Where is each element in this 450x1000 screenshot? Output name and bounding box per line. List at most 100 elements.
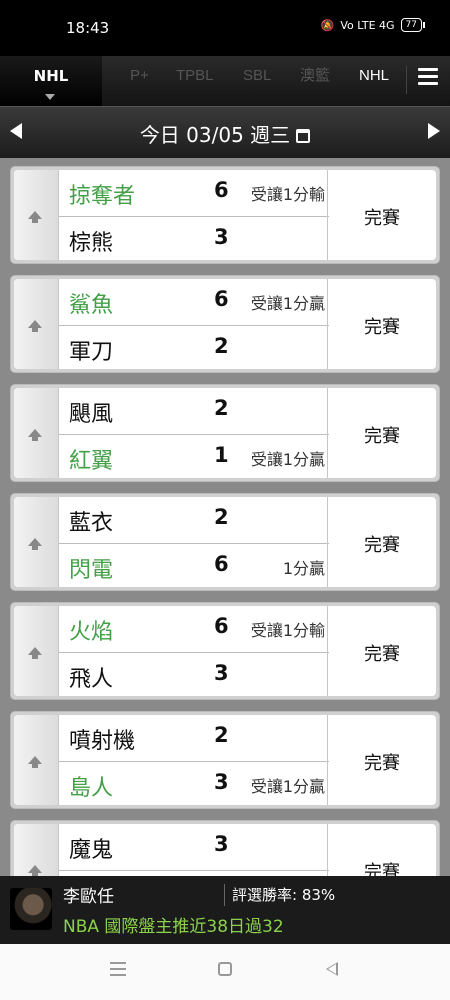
date-selector[interactable]: 今日 03/05 週三 (0, 119, 450, 148)
game-status: 完賽 (364, 753, 400, 774)
back-icon[interactable] (326, 962, 338, 976)
team-score: 6 (214, 614, 229, 638)
game-status-column: 完賽 (327, 388, 436, 478)
team-name: 掠奪者 (69, 184, 136, 209)
handicap-result: 受讓1分輸 (250, 185, 325, 204)
team-score: 3 (214, 661, 229, 685)
handicap-result: 受讓1分贏 (250, 294, 325, 313)
recent-apps-icon[interactable] (110, 962, 126, 980)
team-row: 鯊魚 6 受讓1分贏 (59, 279, 329, 326)
team-name: 紅翼 (69, 449, 114, 474)
team-name: 噴射機 (69, 729, 136, 754)
team-name: 鯊魚 (69, 293, 114, 318)
expand-column[interactable] (14, 715, 59, 805)
signal-icon: Vo LTE 4G (340, 18, 395, 32)
up-arrow-icon (27, 537, 43, 551)
game-status-column: 完賽 (327, 606, 436, 696)
game-card[interactable]: 鯊魚 6 受讓1分贏 軍刀 2 完賽 (10, 275, 440, 373)
avatar (10, 888, 52, 930)
team-row: 軍刀 2 (59, 326, 329, 369)
game-card[interactable]: 噴射機 2 島人 3 受讓1分贏 完賽 (10, 711, 440, 809)
battery-icon: 77 (400, 18, 426, 32)
status-time: 18:43 (66, 19, 110, 37)
tab-aus-basketball[interactable]: 澳籃 (300, 56, 330, 106)
tab-nhl-active[interactable]: NHL (0, 56, 102, 106)
tab-divider (406, 66, 407, 94)
promo-name: 李歐任 (63, 887, 114, 907)
game-card-body: 噴射機 2 島人 3 受讓1分贏 完賽 (14, 715, 436, 805)
team-row: 島人 3 受讓1分贏 (59, 762, 329, 805)
handicap-result: 受讓1分贏 (250, 450, 325, 469)
tab-nhl[interactable]: NHL (359, 56, 389, 106)
team-name: 藍衣 (69, 511, 114, 536)
game-card-body: 火焰 6 受讓1分輸 飛人 3 完賽 (14, 606, 436, 696)
team-score: 2 (214, 334, 229, 358)
up-arrow-icon (27, 864, 43, 876)
game-status-column: 完賽 (327, 279, 436, 369)
team-score: 1 (214, 443, 229, 467)
score-rows: 颶風 2 紅翼 1 受讓1分贏 (59, 388, 329, 478)
next-day-arrow-icon[interactable] (428, 123, 440, 139)
date-label: 今日 03/05 週三 (139, 123, 291, 147)
team-row: 紅翼 1 受讓1分贏 (59, 435, 329, 478)
expand-column[interactable] (14, 279, 59, 369)
expand-column[interactable] (14, 824, 59, 876)
expand-column[interactable] (14, 170, 59, 260)
status-icons: 🔕 Vo LTE 4G 77 (321, 18, 426, 32)
game-status: 完賽 (364, 644, 400, 665)
tab-p-plus[interactable]: P+ (130, 56, 149, 106)
home-icon[interactable] (218, 962, 232, 976)
team-row: 噴射機 2 (59, 715, 329, 762)
handicap-result: 1分贏 (282, 559, 325, 578)
team-score: 2 (214, 396, 229, 420)
score-rows: 掠奪者 6 受讓1分輸 棕熊 3 (59, 170, 329, 260)
date-navigator: 今日 03/05 週三 (0, 106, 450, 159)
team-row: 閃電 6 1分贏 (59, 544, 329, 587)
up-arrow-icon (27, 319, 43, 333)
menu-icon[interactable] (418, 68, 438, 86)
team-row: 飛人 3 (59, 653, 329, 696)
expand-column[interactable] (14, 606, 59, 696)
team-row: 掠奪者 6 受讓1分輸 (59, 170, 329, 217)
team-name: 棕熊 (69, 231, 114, 256)
game-status-column: 完賽 (327, 170, 436, 260)
game-status: 完賽 (364, 535, 400, 556)
game-status-column: 完賽 (327, 715, 436, 805)
score-rows: 藍衣 2 閃電 6 1分贏 (59, 497, 329, 587)
team-row: 藍衣 2 (59, 497, 329, 544)
team-name: 颶風 (69, 402, 114, 427)
game-status: 完賽 (364, 426, 400, 447)
team-row: 火焰 6 受讓1分輸 (59, 606, 329, 653)
game-card[interactable]: 魔鬼 3 完賽 (10, 820, 440, 876)
game-card[interactable]: 颶風 2 紅翼 1 受讓1分贏 完賽 (10, 384, 440, 482)
game-card-body: 魔鬼 3 完賽 (14, 824, 436, 876)
game-card[interactable]: 火焰 6 受讓1分輸 飛人 3 完賽 (10, 602, 440, 700)
up-arrow-icon (27, 428, 43, 442)
game-status: 完賽 (364, 862, 400, 876)
game-list[interactable]: 掠奪者 6 受讓1分輸 棕熊 3 完賽 鯊魚 6 受讓1分贏 軍刀 2 完賽 颶… (0, 158, 450, 876)
score-rows: 鯊魚 6 受讓1分贏 軍刀 2 (59, 279, 329, 369)
team-name: 軍刀 (69, 340, 114, 365)
team-name: 火焰 (69, 620, 114, 645)
team-row: 颶風 2 (59, 388, 329, 435)
game-card-body: 掠奪者 6 受讓1分輸 棕熊 3 完賽 (14, 170, 436, 260)
game-status-column: 完賽 (327, 824, 436, 876)
calendar-icon (296, 129, 311, 143)
team-row: 魔鬼 3 (59, 824, 329, 871)
score-rows: 噴射機 2 島人 3 受讓1分贏 (59, 715, 329, 805)
game-status-column: 完賽 (327, 497, 436, 587)
game-card[interactable]: 掠奪者 6 受讓1分輸 棕熊 3 完賽 (10, 166, 440, 264)
team-score: 6 (214, 552, 229, 576)
promo-banner[interactable]: 李歐任 評選勝率: 83% NBA 國際盤主推近38日過32 (0, 876, 450, 944)
team-name: 島人 (69, 776, 114, 801)
expand-column[interactable] (14, 497, 59, 587)
system-nav-bar (0, 944, 450, 1000)
team-score: 2 (214, 505, 229, 529)
tab-tpbl[interactable]: TPBL (176, 56, 214, 106)
handicap-result: 受讓1分贏 (250, 777, 325, 796)
team-score: 2 (214, 723, 229, 747)
game-card[interactable]: 藍衣 2 閃電 6 1分贏 完賽 (10, 493, 440, 591)
tab-sbl[interactable]: SBL (243, 56, 271, 106)
divider (224, 884, 225, 906)
expand-column[interactable] (14, 388, 59, 478)
